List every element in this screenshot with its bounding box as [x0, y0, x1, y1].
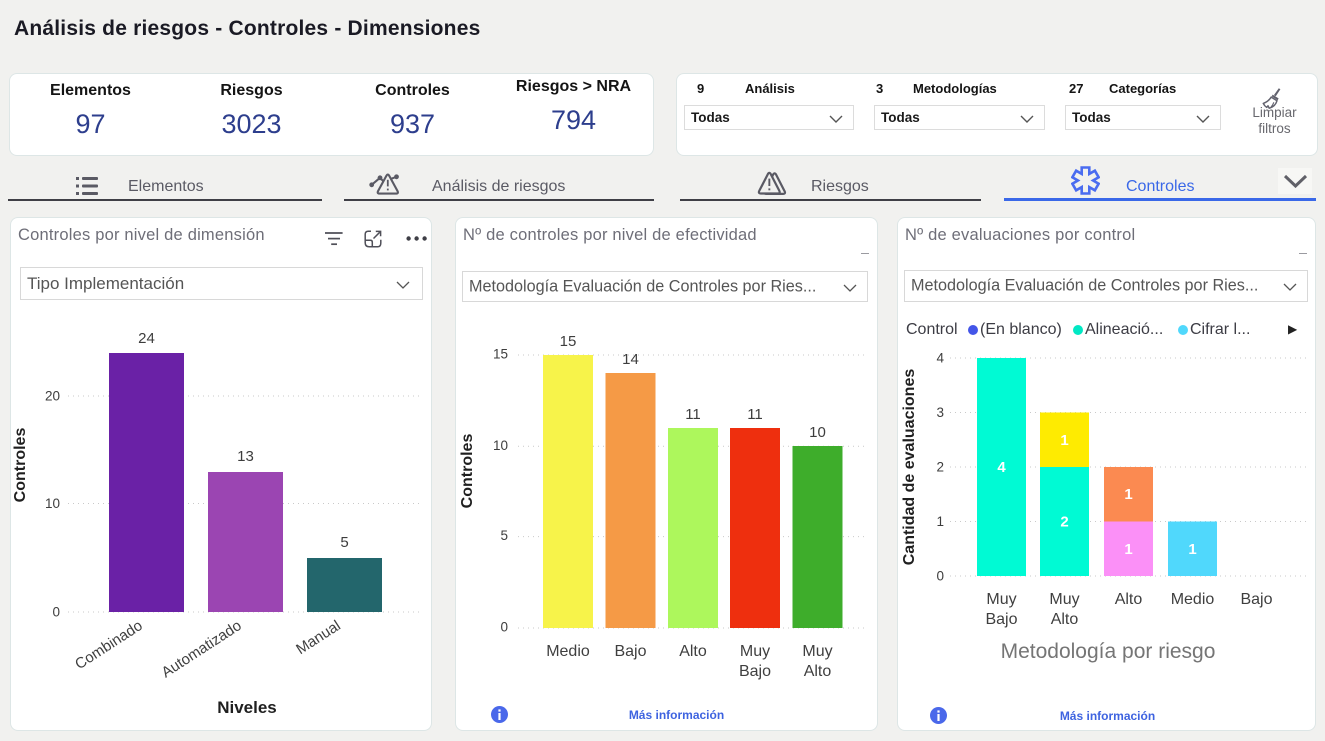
svg-text:Alto: Alto: [804, 663, 832, 680]
svg-text:13: 13: [237, 448, 254, 465]
svg-text:Muy: Muy: [1049, 591, 1079, 608]
svg-text:10: 10: [45, 496, 60, 511]
svg-text:Medio: Medio: [546, 643, 590, 660]
svg-text:Bajo: Bajo: [739, 663, 771, 680]
svg-text:2: 2: [936, 460, 944, 475]
svg-text:Niveles: Niveles: [217, 698, 277, 717]
svg-text:Medio: Medio: [1171, 591, 1215, 608]
svg-text:11: 11: [685, 406, 701, 423]
svg-text:Muy: Muy: [740, 643, 770, 660]
svg-text:1: 1: [1060, 432, 1068, 449]
svg-text:3: 3: [936, 405, 944, 420]
svg-text:5: 5: [340, 534, 348, 551]
svg-text:15: 15: [560, 333, 577, 350]
svg-text:Alto: Alto: [1051, 611, 1079, 628]
svg-text:Bajo: Bajo: [614, 643, 646, 660]
svg-text:Cantidad de evaluaciones: Cantidad de evaluaciones: [901, 369, 918, 566]
svg-text:24: 24: [138, 330, 155, 347]
svg-text:2: 2: [1060, 514, 1068, 531]
svg-text:Controles: Controles: [12, 428, 29, 503]
svg-text:Muy: Muy: [986, 591, 1016, 608]
svg-text:Metodología por riesgo: Metodología por riesgo: [1001, 640, 1216, 663]
svg-text:Bajo: Bajo: [1240, 591, 1272, 608]
svg-text:0: 0: [500, 620, 508, 635]
svg-text:Automatizado: Automatizado: [158, 617, 244, 681]
svg-text:Alto: Alto: [679, 643, 707, 660]
svg-text:0: 0: [936, 569, 944, 584]
svg-text:1: 1: [1188, 541, 1196, 558]
svg-text:11: 11: [747, 406, 763, 423]
svg-text:15: 15: [493, 347, 508, 362]
svg-text:1: 1: [936, 514, 944, 529]
svg-text:5: 5: [500, 528, 508, 543]
svg-text:10: 10: [493, 438, 508, 453]
svg-text:4: 4: [997, 459, 1006, 476]
svg-text:Manual: Manual: [293, 617, 344, 658]
svg-text:Alto: Alto: [1115, 591, 1143, 608]
svg-text:14: 14: [622, 351, 639, 368]
svg-text:Muy: Muy: [802, 643, 832, 660]
svg-text:4: 4: [936, 351, 944, 366]
svg-text:Combinado: Combinado: [72, 617, 146, 673]
svg-text:20: 20: [45, 389, 60, 404]
svg-text:Bajo: Bajo: [985, 611, 1017, 628]
svg-text:1: 1: [1124, 541, 1132, 558]
svg-text:1: 1: [1124, 486, 1132, 503]
svg-text:10: 10: [809, 424, 826, 441]
svg-text:0: 0: [52, 605, 60, 620]
svg-text:Controles: Controles: [459, 434, 476, 509]
